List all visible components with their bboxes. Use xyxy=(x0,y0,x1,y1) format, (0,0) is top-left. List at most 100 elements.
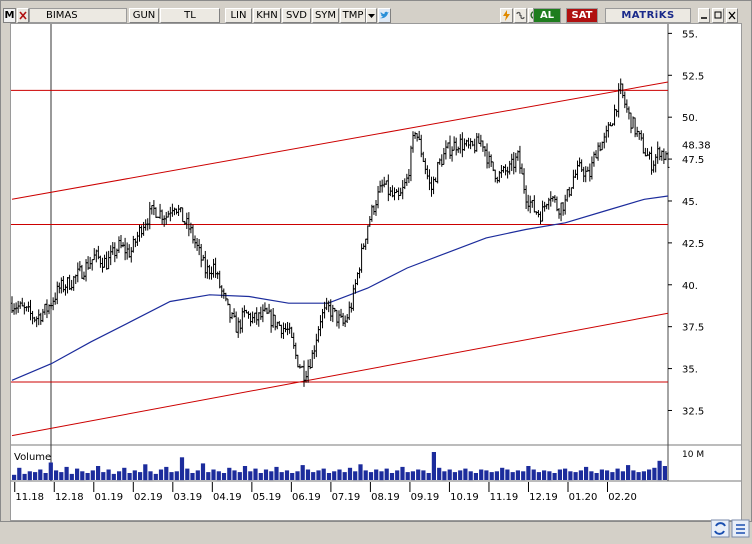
volume-bar xyxy=(389,473,395,480)
volume-bar xyxy=(206,472,211,480)
time-axis-label: 09.19 xyxy=(411,492,440,503)
volume-bar xyxy=(384,468,389,480)
volume-bar xyxy=(578,470,583,480)
volume-bar xyxy=(431,452,436,480)
volume-bar xyxy=(426,473,431,480)
price-axis-label: 42.5 xyxy=(682,239,704,250)
volume-bar xyxy=(515,470,520,480)
svd-button[interactable]: SVD xyxy=(282,8,311,23)
volume-bar xyxy=(190,473,195,480)
volume-bar xyxy=(332,471,337,481)
price-axis-label: 45. xyxy=(682,197,698,208)
volume-bar xyxy=(458,470,463,480)
volume-bar xyxy=(164,466,169,480)
volume-bar xyxy=(568,471,573,481)
volume-bar xyxy=(473,473,478,480)
volume-bar xyxy=(557,469,562,480)
volume-bar xyxy=(263,469,269,480)
sym-button[interactable]: SYM xyxy=(312,8,339,23)
maximize-button[interactable] xyxy=(712,8,724,23)
volume-bar xyxy=(652,467,657,480)
volume-bar xyxy=(489,472,494,480)
alert-button[interactable] xyxy=(500,8,513,23)
volume-panel-title: Volume xyxy=(14,452,51,463)
close-button[interactable] xyxy=(726,8,738,23)
buy-button[interactable]: AL xyxy=(533,8,561,23)
volume-bar xyxy=(242,466,248,480)
volume-bar xyxy=(127,473,132,480)
volume-bar xyxy=(300,465,305,480)
volume-bar xyxy=(12,474,17,480)
volume-bar xyxy=(484,470,489,480)
volume-bar xyxy=(405,472,410,480)
volume-bar xyxy=(174,471,179,481)
volume-bar xyxy=(494,471,499,481)
volume-bar xyxy=(526,466,531,480)
volume-bar xyxy=(353,471,358,481)
volume-bar xyxy=(479,469,484,480)
menu-button[interactable]: M xyxy=(3,8,16,23)
volume-bar xyxy=(158,469,164,480)
volume-bar xyxy=(85,473,90,480)
chevron-down-icon xyxy=(368,14,375,18)
volume-bar xyxy=(33,472,38,480)
volume-bar xyxy=(410,471,415,481)
volume-bar xyxy=(662,466,667,480)
chart-area[interactable]: 55. 52.5 50. 47.5 45. 42.5 40. 37.5 35. 32.5 48.38… xyxy=(10,23,750,538)
sync-icon[interactable] xyxy=(710,519,730,538)
volume-bar xyxy=(657,460,662,481)
volume-bar xyxy=(542,470,547,480)
time-axis-label: 03.19 xyxy=(173,492,202,503)
twitter-button[interactable] xyxy=(378,8,391,23)
chart-corner-buttons xyxy=(710,518,751,540)
price-axis-label: 35. xyxy=(682,365,698,376)
maximize-icon xyxy=(714,11,722,19)
template-button[interactable]: TMP xyxy=(340,8,366,23)
volume-bar xyxy=(64,466,69,480)
khn-button[interactable]: KHN xyxy=(253,8,281,23)
volume-bar xyxy=(274,466,279,480)
volume-bar xyxy=(279,472,284,480)
currency-button[interactable]: TL xyxy=(160,8,220,23)
volume-bar xyxy=(284,470,290,480)
volume-bar xyxy=(321,468,326,480)
price-axis-label: 47.5 xyxy=(682,155,704,166)
volume-bar xyxy=(368,472,374,480)
close-symbol-button[interactable] xyxy=(17,8,29,23)
volume-bar xyxy=(421,470,426,480)
close-icon xyxy=(728,11,736,20)
price-axis-label: 40. xyxy=(682,281,698,292)
volume-bar xyxy=(531,469,536,480)
time-axis-label: 07.19 xyxy=(332,492,361,503)
volume-bar xyxy=(468,471,473,481)
period-button[interactable]: GUN xyxy=(129,8,159,23)
link-button[interactable] xyxy=(514,8,527,23)
volume-bar xyxy=(573,472,578,480)
volume-bar xyxy=(96,466,101,480)
scale-button[interactable]: LIN xyxy=(225,8,252,23)
volume-bar xyxy=(447,469,452,480)
volume-bar xyxy=(59,472,64,480)
time-axis-label: 06.19 xyxy=(292,492,321,503)
lightning-icon xyxy=(503,10,510,21)
volume-bar xyxy=(641,471,646,481)
volume-bar xyxy=(290,473,295,480)
volume-axis-label: 10 M xyxy=(682,450,704,460)
minimize-button[interactable] xyxy=(698,8,710,23)
symbol-field[interactable]: BIMAS xyxy=(29,8,127,23)
volume-bar xyxy=(179,457,185,481)
volume-bar xyxy=(363,470,368,480)
time-axis-label: 11.18 xyxy=(15,492,44,503)
time-axis-label: 10.19 xyxy=(450,492,479,503)
volume-bar xyxy=(547,471,552,481)
volume-bar xyxy=(500,467,505,480)
volume-bar xyxy=(43,473,48,480)
template-dropdown[interactable] xyxy=(366,8,377,23)
chart-canvas[interactable]: 55. 52.5 50. 47.5 45. 42.5 40. 37.5 35. 32.5 48.38… xyxy=(10,24,741,520)
volume-bar xyxy=(169,472,174,480)
settings-icon[interactable] xyxy=(731,519,750,538)
sell-button[interactable]: SAT xyxy=(566,8,598,23)
volume-bar xyxy=(311,472,316,480)
volume-bar xyxy=(253,468,258,480)
volume-bar xyxy=(80,471,85,481)
